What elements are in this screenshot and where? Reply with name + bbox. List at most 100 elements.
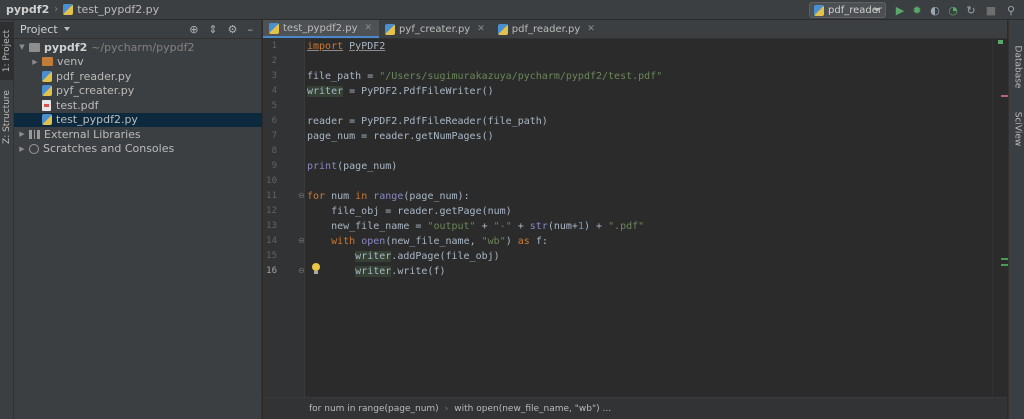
python-file-icon bbox=[42, 114, 52, 126]
scratches-icon bbox=[29, 143, 39, 154]
tab-label: pyf_creater.py bbox=[399, 23, 471, 35]
line-number: 13 bbox=[266, 221, 277, 231]
chevron-down-icon bbox=[874, 8, 880, 12]
fold-marker-icon[interactable]: ⊖ bbox=[298, 191, 305, 200]
debug-icon[interactable]: ✹ bbox=[910, 3, 924, 17]
sciview-tool-tab[interactable]: SciView bbox=[1009, 104, 1024, 154]
line-number: 6 bbox=[271, 116, 277, 126]
line-number: 16 bbox=[266, 266, 277, 276]
code-line-14: with open(new_file_name, "wb") as f: bbox=[331, 236, 548, 247]
editor-gutter[interactable]: 1 2 3 4 5 6 7 8 9 10 11 12 13 14 15 16 ⊖… bbox=[263, 39, 305, 397]
fold-end-marker-icon[interactable]: ⊖ bbox=[298, 266, 305, 275]
python-file-icon bbox=[497, 23, 508, 35]
line-number: 9 bbox=[271, 161, 277, 171]
breadcrumb-item[interactable]: for num in range(page_num) bbox=[309, 404, 439, 414]
tab-pyf-creater[interactable]: pyf_creater.py ✕ bbox=[379, 20, 492, 38]
coverage-icon[interactable]: ◐ bbox=[928, 3, 942, 17]
project-tool-tab[interactable]: 1: Project bbox=[0, 22, 14, 80]
tree-item-label: venv bbox=[57, 55, 84, 69]
intention-bulb-icon[interactable] bbox=[311, 263, 321, 275]
gear-icon[interactable]: ⚙ bbox=[228, 23, 238, 36]
tree-item-pdf-reader[interactable]: pdf_reader.py bbox=[14, 69, 262, 84]
tree-item-label: test_pypdf2.py bbox=[56, 113, 138, 127]
code-line-12: file_obj = reader.getPage(num) bbox=[307, 206, 512, 217]
fold-marker-icon[interactable]: ⊖ bbox=[298, 236, 305, 245]
nav-file-name[interactable]: test_pypdf2.py bbox=[77, 3, 159, 16]
line-number: 3 bbox=[271, 71, 277, 81]
line-number: 1 bbox=[271, 41, 277, 51]
structure-tool-label: Z: Structure bbox=[2, 90, 12, 144]
code-line-6: reader = PyPDF2.PdfFileReader(file_path) bbox=[307, 116, 548, 127]
collapsed-arrow-icon: ▶ bbox=[19, 144, 25, 153]
folder-icon bbox=[29, 42, 40, 52]
tree-root-path: ~/pycharm/pypdf2 bbox=[91, 40, 195, 54]
tree-item-label: pyf_creater.py bbox=[56, 84, 135, 98]
nav-project-name[interactable]: pypdf2 bbox=[6, 3, 49, 16]
chevron-down-icon bbox=[63, 27, 70, 31]
stop-icon[interactable]: ■ bbox=[984, 3, 998, 17]
right-tool-strip: Database SciView bbox=[1008, 20, 1024, 419]
collapsed-arrow-icon: ▶ bbox=[19, 130, 25, 139]
close-icon[interactable]: ✕ bbox=[365, 23, 373, 33]
nav-breadcrumb: pypdf2 › test_pypdf2.py bbox=[0, 0, 159, 20]
line-number: 15 bbox=[266, 251, 277, 261]
collapsed-arrow-icon: ▶ bbox=[32, 57, 38, 66]
inspection-ok-icon[interactable] bbox=[998, 40, 1003, 44]
run-configuration-select[interactable]: pdf_reader bbox=[809, 2, 886, 18]
chevron-right-icon: › bbox=[54, 4, 59, 15]
tree-item-label: Scratches and Consoles bbox=[43, 142, 175, 156]
editor-scrollbar[interactable] bbox=[992, 39, 1009, 397]
close-icon[interactable]: ✕ bbox=[587, 24, 595, 34]
tab-test-pypdf2[interactable]: test_pypdf2.py ✕ bbox=[263, 20, 380, 38]
code-line-11: for num in range(page_num): bbox=[307, 191, 470, 202]
code-line-15: writer.addPage(file_obj) bbox=[355, 251, 500, 262]
pdf-file-icon bbox=[42, 99, 51, 111]
tree-item-label: pdf_reader.py bbox=[56, 69, 132, 83]
database-tool-tab[interactable]: Database bbox=[1009, 38, 1024, 96]
tree-item-pyf-creater[interactable]: pyf_creater.py bbox=[14, 84, 262, 99]
code-line-3: file_path = "/Users/sugimurakazuya/pycha… bbox=[307, 71, 663, 82]
code-line-7: page_num = reader.getNumPages() bbox=[307, 131, 494, 142]
locate-icon[interactable]: ⊕ bbox=[189, 23, 198, 36]
tree-item-test-pdf[interactable]: test.pdf bbox=[14, 98, 262, 113]
profile-icon[interactable]: ◔ bbox=[946, 3, 960, 17]
line-number: 12 bbox=[266, 206, 277, 216]
tree-item-label: External Libraries bbox=[44, 127, 141, 141]
line-number: 7 bbox=[271, 131, 277, 141]
code-editor[interactable]: import PyPDF2 file_path = "/Users/sugimu… bbox=[306, 39, 992, 397]
close-icon[interactable]: ✕ bbox=[477, 24, 485, 34]
expanded-arrow-icon: ▼ bbox=[19, 43, 25, 52]
search-everywhere-icon[interactable]: ⚲ bbox=[1004, 3, 1018, 17]
code-line-9: print(page_num) bbox=[307, 161, 398, 172]
structure-tool-tab[interactable]: Z: Structure bbox=[0, 86, 14, 148]
tab-pdf-reader[interactable]: pdf_reader.py ✕ bbox=[492, 20, 602, 38]
code-line-16: writer.write(f) bbox=[355, 266, 446, 277]
python-file-icon bbox=[385, 23, 396, 35]
tree-external-libraries[interactable]: ▶ External Libraries bbox=[14, 127, 262, 142]
collapse-icon[interactable]: ⇕ bbox=[208, 23, 217, 36]
tree-root[interactable]: ▼ pypdf2 ~/pycharm/pypdf2 bbox=[14, 40, 262, 55]
navigation-bar: pypdf2 › test_pypdf2.py pdf_reader ▶ ✹ ◐… bbox=[0, 0, 1024, 20]
library-icon bbox=[29, 129, 40, 139]
project-panel-header: Project ⊕ ⇕ ⚙ – bbox=[14, 20, 261, 39]
run-icon[interactable]: ▶ bbox=[893, 3, 907, 17]
code-line-4: writer = PyPDF2.PdfFileWriter() bbox=[307, 86, 494, 97]
line-number: 4 bbox=[271, 86, 277, 96]
folder-icon bbox=[42, 57, 53, 67]
tab-label: pdf_reader.py bbox=[511, 23, 581, 35]
line-number: 8 bbox=[271, 146, 277, 156]
code-breadcrumbs: for num in range(page_num) › with open(n… bbox=[263, 397, 1007, 419]
left-tool-strip: 1: Project Z: Structure bbox=[0, 20, 14, 419]
project-panel: Project ⊕ ⇕ ⚙ – ▼ pypdf2 ~/pycharm/pypdf… bbox=[14, 20, 262, 419]
project-tool-label: 1: Project bbox=[2, 29, 13, 73]
chevron-right-icon: › bbox=[444, 403, 449, 414]
hide-icon[interactable]: – bbox=[248, 23, 254, 36]
tree-item-venv[interactable]: ▶ venv bbox=[14, 55, 262, 70]
tree-item-test-pypdf2[interactable]: test_pypdf2.py bbox=[14, 112, 262, 127]
python-file-icon bbox=[42, 85, 52, 97]
breadcrumb-item[interactable]: with open(new_file_name, "wb") ... bbox=[454, 404, 611, 414]
run-anything-icon[interactable]: ↻ bbox=[964, 3, 978, 17]
line-number: 5 bbox=[271, 101, 277, 111]
project-view-select[interactable]: Project bbox=[20, 23, 58, 36]
tree-scratches[interactable]: ▶ Scratches and Consoles bbox=[14, 142, 262, 157]
